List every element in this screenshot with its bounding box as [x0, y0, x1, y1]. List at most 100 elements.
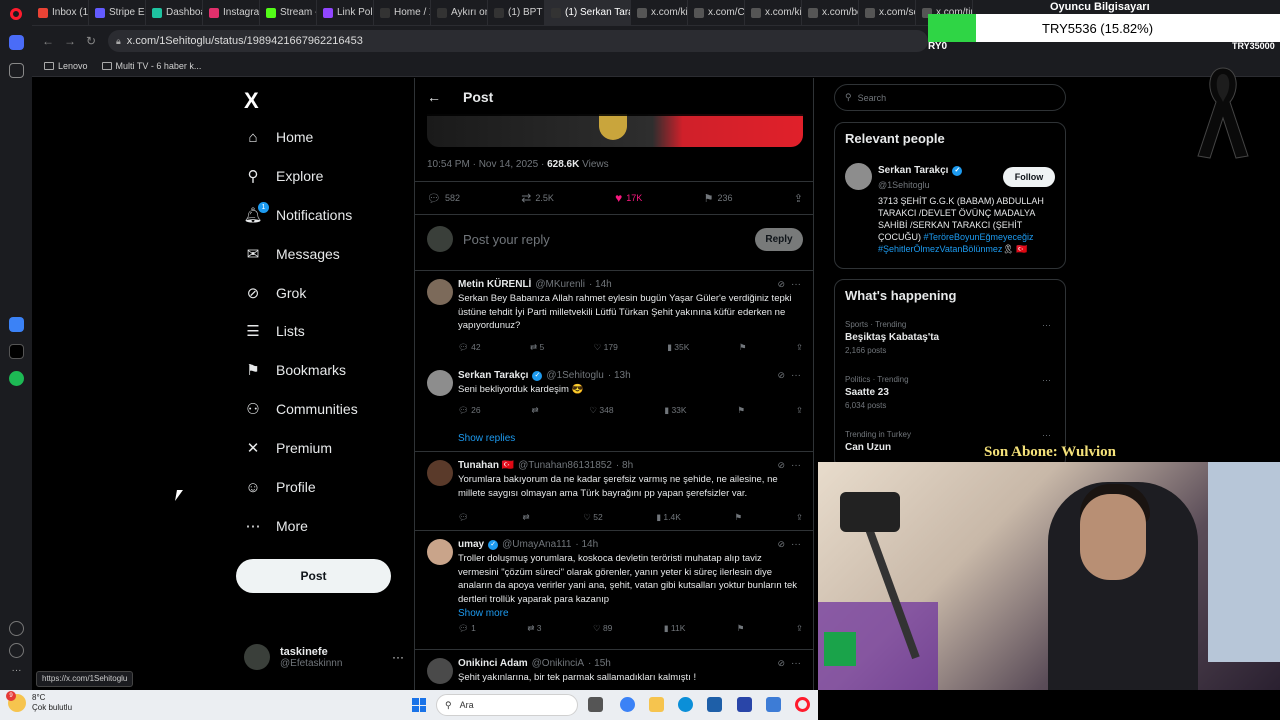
nav-item-bookmarks[interactable]: ⚑ Bookmarks	[244, 361, 346, 379]
taskbar-search[interactable]: ⚲ Ara	[436, 694, 578, 716]
share-icon[interactable]: ⇪	[796, 342, 803, 353]
more-dots-icon[interactable]: ···	[791, 460, 801, 471]
bookmark-icon[interactable]: ⚑	[739, 342, 747, 353]
repost-action[interactable]: ⇄ 5	[530, 342, 544, 353]
windows-start-icon[interactable]	[412, 698, 426, 712]
browser-tab[interactable]: Aykırı on X	[431, 0, 488, 25]
reply-tweet[interactable]: Tunahan 🇹🇷 @Tunahan86131852 · 8h Yorumlara …	[427, 460, 803, 540]
repost-action[interactable]: ⇄	[522, 512, 529, 523]
forward-icon[interactable]: →	[64, 34, 76, 48]
share-icon[interactable]: ⇪	[796, 512, 803, 523]
more-dots-icon[interactable]: ···	[791, 279, 801, 290]
reply-action[interactable]: 💬︎ 26	[458, 405, 481, 416]
tweet-time[interactable]: · 8h	[616, 460, 633, 471]
like-action[interactable]: ♡ 52	[583, 512, 602, 523]
views-action[interactable]: ▮ 35K	[667, 342, 689, 353]
more-icon[interactable]: ···	[9, 665, 24, 680]
reload-icon[interactable]: ↻	[86, 34, 96, 48]
more-dots-icon[interactable]: ···	[791, 658, 801, 669]
tweet-time[interactable]: · 13h	[608, 370, 631, 381]
like-action[interactable]: ♡ 348	[589, 405, 613, 416]
copilot-icon[interactable]	[620, 697, 635, 712]
more-dots-icon[interactable]: ···	[1042, 320, 1051, 330]
avatar[interactable]	[427, 279, 453, 305]
opera-logo[interactable]	[0, 0, 32, 25]
back-icon[interactable]: ←	[42, 34, 54, 48]
avatar[interactable]	[427, 460, 453, 486]
browser-tab[interactable]: x.com/sol	[859, 0, 916, 25]
task-view-icon[interactable]	[588, 697, 603, 712]
nav-item-communities[interactable]: ⚇ Communities	[244, 400, 357, 418]
browser-tab[interactable]: Dashboard	[146, 0, 203, 25]
opera-taskbar-icon[interactable]	[795, 697, 810, 712]
views-action[interactable]: ▮ 1.4K	[656, 512, 681, 523]
grok-icon[interactable]: ⊘	[777, 279, 785, 290]
avatar[interactable]	[427, 658, 453, 684]
browser-tab[interactable]: x.com/kiye	[631, 0, 688, 25]
share-icon[interactable]: ⇪	[796, 405, 803, 416]
hashtag-link[interactable]: #TeröreBoyunEğmeyeceğiz	[924, 232, 1034, 242]
like-action[interactable]: ♡ 179	[594, 342, 618, 353]
bookmark-lenovo[interactable]: Lenovo	[44, 61, 88, 71]
lenovo-icon[interactable]	[737, 697, 752, 712]
edge-icon[interactable]	[678, 697, 693, 712]
grok-icon[interactable]: ⊘	[777, 539, 785, 550]
share-icon[interactable]: ⇪	[796, 623, 803, 634]
post-button[interactable]: Post	[236, 559, 391, 593]
nav-item-lists[interactable]: ☰ Lists	[244, 322, 305, 340]
repost-action[interactable]: ⇄	[531, 405, 538, 416]
views-action[interactable]: ▮ 11K	[664, 623, 686, 634]
hashtag-link[interactable]: #ŞehitlerÖlmezVatanBölünmez	[878, 244, 1002, 254]
browser-tab[interactable]: (1) BPT on	[488, 0, 545, 25]
author-handle[interactable]: @1Sehitoglu	[546, 370, 603, 381]
browser-tab[interactable]: Stripe Expr	[89, 0, 146, 25]
browser-tab[interactable]: x.com/Con	[688, 0, 745, 25]
mail-app-icon[interactable]	[766, 697, 781, 712]
browser-tab[interactable]: Inbox (1,0	[32, 0, 89, 25]
browser-tab[interactable]: x.com/kiye	[745, 0, 802, 25]
author-handle[interactable]: @MKurenli	[535, 279, 585, 290]
search-input[interactable]: ⚲ Search	[834, 84, 1066, 111]
author-name[interactable]: umay	[458, 539, 484, 550]
follow-button[interactable]: Follow	[1003, 167, 1055, 187]
reply-tweet[interactable]: umay ✓ @UmayAna111 · 14h Troller doluşmuş yo…	[427, 539, 803, 633]
nav-item-explore[interactable]: ⚲ Explore	[244, 167, 324, 185]
history-icon[interactable]	[9, 643, 24, 658]
browser-tab[interactable]: x.com/bos	[802, 0, 859, 25]
reply-action[interactable]: 💬︎	[458, 512, 469, 523]
nav-item-messages[interactable]: ✉ Messages	[244, 245, 340, 263]
reply-tweet[interactable]: Metin KÜRENLİ @MKurenli · 14h Serkan Bey Ba…	[427, 279, 803, 359]
weather-widget[interactable]: 9 8°C Çok bulutlu	[6, 691, 72, 713]
nav-item-notifications[interactable]: 🔔︎ 1 Notifications	[243, 202, 352, 224]
file-explorer-icon[interactable]	[649, 697, 664, 712]
reply-tweet[interactable]: Onikinci Adam @OnikinciA · 15h Şehit yakınl…	[427, 658, 803, 690]
browser-tab[interactable]: Link Polisi	[317, 0, 374, 25]
avatar[interactable]	[427, 539, 453, 565]
bookmark-icon[interactable]: ⚑	[737, 623, 745, 634]
reply-action[interactable]: 💬︎ 1	[458, 623, 476, 634]
browser-tab[interactable]: Home / X	[374, 0, 431, 25]
repost-action[interactable]: ⇄ 3	[527, 623, 541, 634]
author-handle[interactable]: @UmayAna111	[502, 539, 571, 550]
reply-button[interactable]: Reply	[755, 227, 803, 251]
nav-item-more[interactable]: ⋯ More	[244, 517, 308, 535]
reply-tweet[interactable]: Serkan Tarakçı ✓ @1Sehitoglu · 13h Seni bekl…	[427, 370, 803, 450]
reply-input[interactable]: Post your reply	[463, 232, 745, 247]
author-handle[interactable]: @Tunahan86131852	[518, 460, 612, 471]
bookmark-icon[interactable]: ⚑	[735, 512, 743, 523]
browser-tab[interactable]: Stream - K	[260, 0, 317, 25]
more-dots-icon[interactable]: ···	[791, 370, 801, 381]
like-action[interactable]: ♡ 89	[593, 623, 612, 634]
home-icon[interactable]	[9, 35, 24, 50]
author-name[interactable]: Tunahan 🇹🇷	[458, 460, 514, 471]
bookmark-multi-tv[interactable]: Multi TV - 6 haber k...	[101, 61, 201, 71]
author-name[interactable]: Onikinci Adam	[458, 658, 528, 669]
nav-item-premium[interactable]: ✕ Premium	[244, 439, 332, 457]
more-dots-icon[interactable]: ···	[791, 539, 801, 550]
browser-tab[interactable]: (1) Serkan Tarakçı	[545, 0, 631, 25]
repost-action[interactable]: ⇄ 2.5K	[521, 191, 554, 205]
more-dots-icon[interactable]: ···	[1042, 430, 1051, 440]
grok-icon[interactable]: ⊘	[777, 460, 785, 471]
aria-icon[interactable]	[9, 317, 24, 332]
trend-item[interactable]: Sports · Trending Beşiktaş Kabataş'ta 2,16…	[845, 320, 1057, 355]
